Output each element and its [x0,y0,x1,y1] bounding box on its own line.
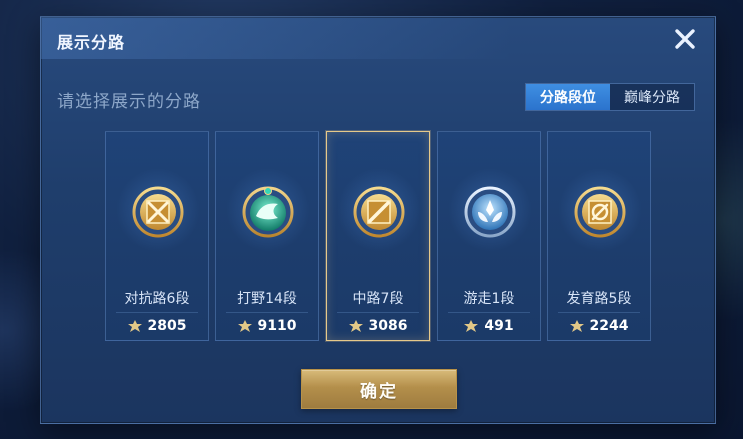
rank-points-icon [569,320,584,332]
lane-card-roam[interactable]: 游走1段 491 [437,131,541,341]
lane-points: 2244 [548,318,650,334]
tab-lane-rank[interactable]: 分路段位 [526,84,610,110]
lane-label: 中路7段 [352,291,404,307]
lane-points-value: 491 [484,318,514,334]
rank-points-icon [464,320,479,332]
lane-label: 打野14段 [237,291,297,307]
rank-points-icon [237,320,252,332]
lane-mode-toggle: 分路段位 巅峰分路 [525,83,695,111]
lane-label: 发育路5段 [566,291,632,307]
mid-lane-emblem-icon [353,186,405,238]
lane-card-bottom[interactable]: 发育路5段 2244 [547,131,651,341]
close-button[interactable] [673,27,697,51]
target-emblem-icon [574,186,626,238]
lane-points-value: 2805 [147,318,187,334]
confirm-button[interactable]: 确定 [301,369,457,409]
lane-points-value: 2244 [589,318,629,334]
lane-points-value: 3086 [368,318,408,334]
lane-points: 9110 [216,318,318,334]
crossed-swords-emblem-icon [132,186,184,238]
lane-card-mid[interactable]: 中路7段 3086 [326,131,430,341]
lane-label: 游走1段 [463,291,515,307]
lane-card-top[interactable]: 对抗路6段 2805 [105,131,209,341]
rank-points-icon [127,320,142,332]
lane-points: 491 [438,318,540,334]
wings-emblem-icon [464,186,516,238]
lane-selection-dialog: 展示分路 请选择展示的分路 分路段位 巅峰分路 对抗路6段 2805 打野14段… [40,16,716,424]
rank-points-icon [348,320,363,332]
dragon-emblem-icon [242,186,294,238]
tab-peak-lane[interactable]: 巅峰分路 [610,84,694,110]
lane-points-value: 9110 [257,318,297,334]
lane-card-jungle[interactable]: 打野14段 9110 [215,131,319,341]
dialog-title: 展示分路 [57,33,126,52]
lane-label: 对抗路6段 [124,291,190,307]
dialog-subtitle: 请选择展示的分路 [57,92,201,112]
lane-points: 3086 [327,318,429,334]
lane-cards: 对抗路6段 2805 打野14段 9110 中路7段 3086 游走1段 491… [105,131,653,341]
lane-points: 2805 [106,318,208,334]
close-icon [675,29,695,49]
